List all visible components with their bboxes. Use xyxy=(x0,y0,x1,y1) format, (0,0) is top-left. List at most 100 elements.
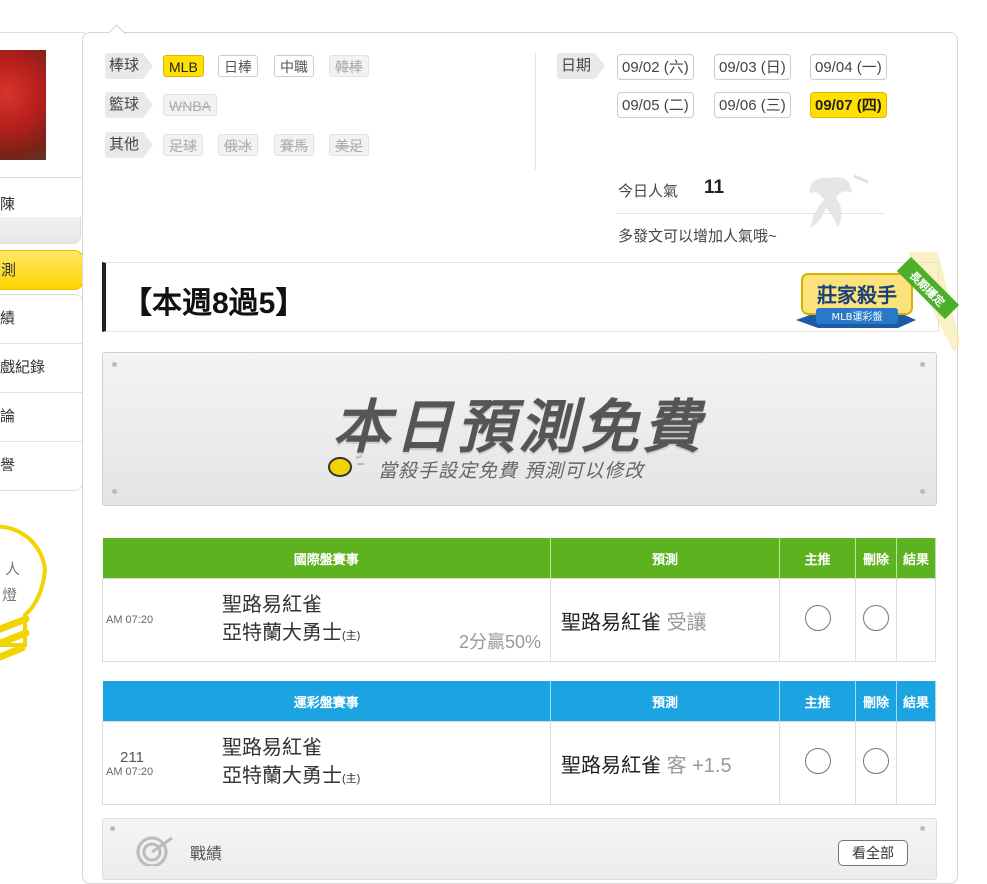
table-header: 運彩盤賽事 預測 主推 刪除 結果 xyxy=(102,681,936,722)
lottery-table: 運彩盤賽事 預測 主推 刪除 結果 211 AM 07:20 聖路易紅雀 亞特蘭… xyxy=(102,681,936,805)
chip-cpbl[interactable]: 中職 xyxy=(274,55,314,77)
home-mark: (主) xyxy=(342,629,361,642)
prediction-cell[interactable]: 聖路易紅雀 客 +1.5 xyxy=(550,721,780,805)
popularity-label: 今日人氣 xyxy=(618,183,679,200)
avatar[interactable] xyxy=(0,50,46,160)
banner-screw xyxy=(112,489,117,494)
teams: 聖路易紅雀 亞特蘭大勇士(主) xyxy=(222,734,549,793)
date-label: 日期 xyxy=(557,53,606,79)
date-0907[interactable]: 09/07 (四) xyxy=(810,92,887,118)
sidebar-item-predict[interactable]: 測 xyxy=(0,250,84,290)
result-cell xyxy=(896,721,936,805)
pick-team: 聖路易紅雀 xyxy=(561,754,661,777)
banner-screw xyxy=(920,362,925,367)
home-mark: (主) xyxy=(342,772,361,785)
sidebar-item-comments[interactable]: 論 xyxy=(0,393,82,442)
sidebar-item-record[interactable]: 績 xyxy=(0,295,82,344)
category-other: 其他 xyxy=(105,132,154,158)
chip-racing: 賽馬 xyxy=(274,134,314,156)
sidebar-item-reputation[interactable]: 譽 xyxy=(0,442,82,490)
chip-hockey: 俄冰 xyxy=(218,134,258,156)
table-row: 211 AM 07:20 聖路易紅雀 亞特蘭大勇士(主) 聖路易紅雀 客 +1.… xyxy=(102,721,936,805)
fleur-icon xyxy=(809,174,869,228)
teams: 聖路易紅雀 亞特蘭大勇士(主) 2分贏50% xyxy=(222,591,549,652)
popularity-hint: 多發文可以增加人氣哦~ xyxy=(618,228,777,245)
category-basketball: 籃球 xyxy=(105,92,154,118)
table-row: AM 07:20 聖路易紅雀 亞特蘭大勇士(主) 2分贏50% 聖路易紅雀 受讓 xyxy=(102,578,936,662)
pick-type: 受讓 xyxy=(666,611,707,634)
game-time: AM 07:20 xyxy=(106,614,154,626)
col-result: 結果 xyxy=(896,681,936,722)
col-intl-event: 國際盤賽事 xyxy=(102,538,551,579)
event-cell: 211 AM 07:20 聖路易紅雀 亞特蘭大勇士(主) xyxy=(102,721,551,805)
col-main-pick: 主推 xyxy=(779,538,856,579)
lightbulb-icon xyxy=(328,455,364,477)
record-section xyxy=(102,818,937,880)
sidebar-divider xyxy=(0,217,81,244)
badge-sub-text: MLB運彩盤 xyxy=(831,310,882,323)
date-0906[interactable]: 09/06 (三) xyxy=(714,92,791,118)
game-info: 211 AM 07:20 xyxy=(104,749,222,778)
spread: 2分贏50% xyxy=(458,631,541,652)
chip-npb[interactable]: 日棒 xyxy=(218,55,258,77)
away-team: 聖路易紅雀 xyxy=(222,736,322,759)
record-screw xyxy=(920,826,925,831)
col-delete: 刪除 xyxy=(855,681,897,722)
home-team: 亞特蘭大勇士 xyxy=(222,621,342,644)
col-delete: 刪除 xyxy=(855,538,897,579)
main-pick-radio[interactable] xyxy=(804,605,831,631)
record-screw xyxy=(110,826,115,831)
chip-soccer: 足球 xyxy=(163,134,203,156)
away-team: 聖路易紅雀 xyxy=(222,593,322,616)
target-icon xyxy=(136,836,173,866)
pick-type: 客 +1.5 xyxy=(666,754,732,777)
popularity-value: 11 xyxy=(704,177,725,198)
result-cell xyxy=(896,578,936,662)
killer-badge-icon: 莊家殺手 MLB運彩盤 長期穩定 xyxy=(796,252,960,352)
chip-nfl: 美足 xyxy=(329,134,369,156)
col-prediction: 預測 xyxy=(550,681,780,722)
free-banner-title: 本日預測免費 xyxy=(332,393,705,461)
main-pick-radio[interactable] xyxy=(804,748,831,774)
intl-table: 國際盤賽事 預測 主推 刪除 結果 AM 07:20 聖路易紅雀 亞特蘭大勇士(… xyxy=(102,538,936,662)
delete-radio[interactable] xyxy=(863,605,889,631)
banner-screw xyxy=(920,489,925,494)
date-0904[interactable]: 09/04 (一) xyxy=(810,54,887,80)
col-lottery-event: 運彩盤賽事 xyxy=(102,681,551,722)
table-header: 國際盤賽事 預測 主推 刪除 結果 xyxy=(102,538,936,579)
free-banner-subtitle: 當殺手設定免費 預測可以修改 xyxy=(378,461,645,482)
game-number: 211 xyxy=(120,748,144,766)
page-title: 【本週8過5】 xyxy=(122,287,306,320)
view-all-button[interactable]: 看全部 xyxy=(838,840,908,866)
col-main-pick: 主推 xyxy=(779,681,856,722)
banner-screw xyxy=(112,362,117,367)
col-result: 結果 xyxy=(896,538,936,579)
bulb-text: 燈 xyxy=(2,587,18,604)
bulb-text: 人 xyxy=(5,561,21,578)
prediction-cell[interactable]: 聖路易紅雀 受讓 xyxy=(550,578,780,662)
badge-main-text: 莊家殺手 xyxy=(817,283,897,307)
col-prediction: 預測 xyxy=(550,538,780,579)
sidebar-menu: 績 戲紀錄 論 譽 xyxy=(0,294,83,491)
game-time: AM 07:20 xyxy=(106,765,154,778)
filter-divider xyxy=(535,52,536,170)
home-team: 亞特蘭大勇士 xyxy=(222,764,342,787)
user-name: 陳 xyxy=(0,196,16,213)
delete-radio[interactable] xyxy=(863,748,889,774)
category-baseball: 棒球 xyxy=(105,53,154,79)
date-0902[interactable]: 09/02 (六) xyxy=(617,54,694,80)
delete-cell xyxy=(855,578,897,662)
pick-team: 聖路易紅雀 xyxy=(561,611,661,634)
event-cell: AM 07:20 聖路易紅雀 亞特蘭大勇士(主) 2分贏50% xyxy=(102,578,551,662)
chip-wnba: WNBA xyxy=(163,94,217,116)
chip-mlb[interactable]: MLB xyxy=(163,55,204,77)
record-label: 戰績 xyxy=(190,846,223,863)
delete-cell xyxy=(855,721,897,805)
main-pick-cell xyxy=(779,578,856,662)
date-0903[interactable]: 09/03 (日) xyxy=(714,54,791,80)
date-0905[interactable]: 09/05 (二) xyxy=(617,92,694,118)
main-pick-cell xyxy=(779,721,856,805)
chip-kbo: 韓棒 xyxy=(329,55,369,77)
popularity-divider xyxy=(617,213,885,214)
sidebar-item-game-log[interactable]: 戲紀錄 xyxy=(0,344,82,393)
